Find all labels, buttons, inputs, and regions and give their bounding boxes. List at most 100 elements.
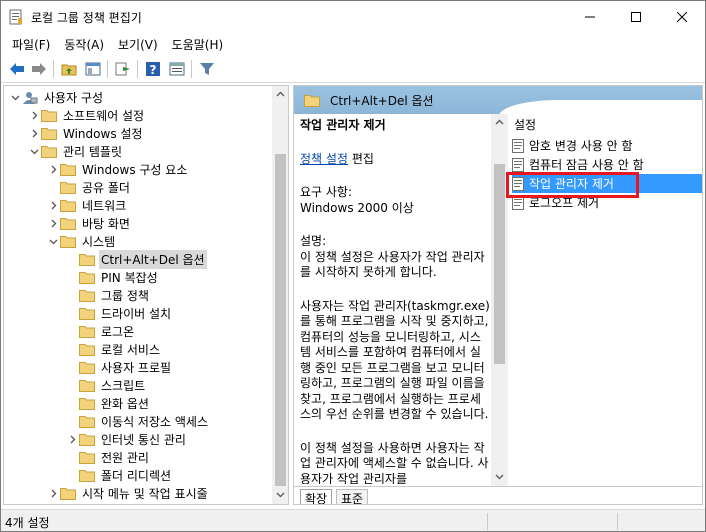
policy-setting-icon: [512, 138, 524, 153]
tree-item[interactable]: 이동식 저장소 액세스: [65, 412, 210, 430]
chevron-down-icon[interactable]: [46, 232, 60, 250]
tree-item[interactable]: 로컬 서비스: [65, 340, 162, 358]
tree-item[interactable]: 스크립트: [65, 376, 147, 394]
tab-standard[interactable]: 표준: [336, 489, 369, 504]
folder-icon: [60, 163, 76, 176]
tree-item[interactable]: Windows 설정: [27, 124, 144, 142]
scroll-up-icon: [495, 119, 504, 125]
chevron-right-icon[interactable]: [46, 160, 60, 178]
tree-item-label: 이동식 저장소 액세스: [101, 414, 208, 429]
chevron-down-icon[interactable]: [27, 142, 41, 160]
scroll-up-icon: [276, 91, 285, 97]
menu-help[interactable]: 도움말(H): [165, 33, 231, 55]
policy-setting-icon: [512, 157, 524, 172]
title-bar[interactable]: 로컬 그룹 정책 편집기: [1, 1, 705, 33]
tree-item-label: 전원 관리: [101, 450, 149, 465]
window-title: 로컬 그룹 정책 편집기: [31, 11, 142, 25]
maximize-button[interactable]: [613, 1, 659, 33]
up-one-level-button[interactable]: [59, 59, 79, 79]
menu-file[interactable]: 파일(F): [5, 33, 57, 55]
help-button[interactable]: ?: [143, 59, 163, 79]
description-title: 작업 관리자 제거: [300, 118, 386, 132]
details-header-title: Ctrl+Alt+Del 옵션: [330, 94, 434, 108]
chevron-right-icon[interactable]: [27, 124, 41, 142]
tree-scrollbar-thumb[interactable]: [275, 154, 286, 486]
tree-item[interactable]: 제어판: [46, 502, 117, 504]
chevron-right-icon[interactable]: [46, 214, 60, 232]
up-folder-icon: [61, 64, 77, 76]
chevron-right-icon[interactable]: [65, 430, 79, 448]
folder-icon: [41, 145, 57, 158]
tab-extended[interactable]: 확장: [300, 489, 333, 504]
minimize-button[interactable]: [567, 1, 613, 33]
chevron-right-icon[interactable]: [46, 502, 60, 504]
tree-item-label: Ctrl+Alt+Del 옵션: [99, 249, 207, 269]
show-hide-tree-button[interactable]: [83, 59, 103, 79]
folder-icon: [79, 271, 95, 284]
tree-item[interactable]: 완화 옵션: [65, 394, 151, 412]
description-scrollbar-thumb[interactable]: [494, 164, 505, 364]
tree-item[interactable]: 소프트웨어 설정: [27, 106, 146, 124]
tree-item[interactable]: 시작 메뉴 및 작업 표시줄: [46, 484, 210, 502]
tree-item[interactable]: 시스템: [46, 232, 117, 250]
folder-icon: [79, 397, 95, 410]
tree-item[interactable]: 인터넷 통신 관리: [65, 430, 188, 448]
column-header-setting[interactable]: 설정: [514, 116, 536, 133]
folder-icon: [79, 379, 95, 392]
folder-icon: [79, 451, 95, 464]
filter-icon: [200, 63, 214, 75]
folder-icon: [41, 109, 57, 122]
chevron-right-icon[interactable]: [46, 484, 60, 502]
setting-list-item[interactable]: 암호 변경 사용 안 함: [512, 136, 702, 155]
chevron-down-icon[interactable]: [8, 88, 22, 106]
tree-item[interactable]: 사용자 프로필: [65, 358, 173, 376]
menu-view[interactable]: 보기(V): [111, 33, 165, 55]
folder-icon: [79, 469, 95, 482]
help-icon: ?: [146, 62, 160, 77]
tree-item-label: PIN 복잡성: [101, 270, 158, 285]
tree-item[interactable]: 전원 관리: [65, 448, 151, 466]
policy-settings-link[interactable]: 정책 설정: [300, 152, 348, 166]
chevron-right-icon[interactable]: [46, 196, 60, 214]
tree-item[interactable]: PIN 복잡성: [65, 268, 160, 286]
tree-item[interactable]: 관리 템플릿: [27, 142, 124, 160]
tree-item[interactable]: 폴더 리디렉션: [65, 466, 173, 484]
tree-item[interactable]: 네트워크: [46, 196, 128, 214]
forward-button[interactable]: [29, 59, 49, 79]
folder-icon: [79, 361, 95, 374]
forward-arrow-icon: [32, 63, 46, 75]
chevron-right-icon[interactable]: [27, 106, 41, 124]
tree-item[interactable]: 사용자 구성: [8, 88, 105, 106]
setting-label: 암호 변경 사용 안 함: [529, 139, 633, 153]
description-label: 설명:: [300, 234, 327, 248]
description-scrollbar[interactable]: [491, 114, 508, 486]
back-button[interactable]: [7, 59, 27, 79]
menu-bar: 파일(F) 동작(A) 보기(V) 도움말(H): [1, 33, 705, 55]
show-hide-tree-icon: [85, 62, 101, 76]
tree-item[interactable]: 드라이버 설치: [65, 304, 173, 322]
close-button[interactable]: [659, 1, 705, 33]
tree-scrollbar[interactable]: [272, 86, 288, 504]
export-list-button[interactable]: [113, 59, 133, 79]
folder-icon: [79, 433, 95, 446]
tree-item[interactable]: Ctrl+Alt+Del 옵션: [65, 249, 207, 269]
tree-item[interactable]: 바탕 화면: [46, 214, 132, 232]
folder-icon: [60, 235, 76, 248]
details-header: Ctrl+Alt+Del 옵션: [294, 86, 702, 116]
tree-item[interactable]: 공유 폴더: [46, 178, 132, 196]
tree-item[interactable]: Windows 구성 요소: [46, 160, 189, 178]
tree-item[interactable]: 로그온: [65, 322, 136, 340]
tree-item[interactable]: 그룹 정책: [65, 286, 151, 304]
tree-item-label: 바탕 화면: [82, 216, 130, 231]
properties-button[interactable]: [167, 59, 187, 79]
user-config-icon: [23, 91, 38, 104]
menu-action[interactable]: 동작(A): [57, 33, 111, 55]
description-text-2: 사용자는 작업 관리자(taskmgr.exe)를 통해 프로그램을 시작 및 …: [300, 298, 490, 422]
tree-pane[interactable]: 사용자 구성 소프트웨어 설정 Windows 설정 관리 템플릿 Windows 구성…: [3, 85, 289, 505]
filter-button[interactable]: [197, 59, 217, 79]
